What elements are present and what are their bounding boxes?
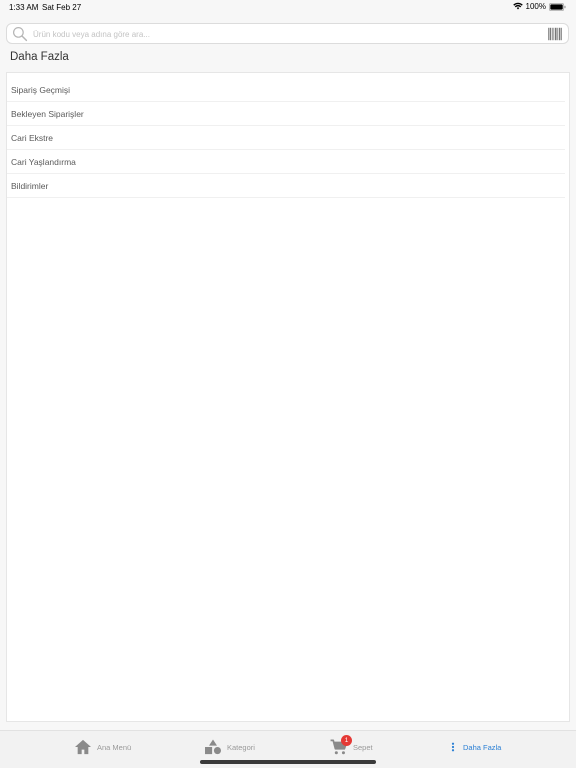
cart-icon-wrapper: 1 bbox=[330, 735, 352, 755]
barcode-icon[interactable] bbox=[547, 27, 563, 41]
screen: 1:33 AM Sat Feb 27 100% Ürün kodu veya a… bbox=[0, 0, 576, 768]
menu-card: Sipariş Geçmişi Bekleyen Siparişler Cari… bbox=[6, 72, 570, 722]
menu-item-label: Bildirimler bbox=[11, 181, 49, 191]
menu-item-label: Bekleyen Siparişler bbox=[11, 109, 84, 119]
menu-item-bekleyen-siparisler[interactable]: Bekleyen Siparişler bbox=[7, 102, 565, 126]
search-input[interactable] bbox=[33, 27, 533, 41]
battery-percent: 100% bbox=[525, 2, 546, 11]
tab-daha-fazla[interactable]: Daha Fazla bbox=[448, 737, 501, 757]
status-date: Sat Feb 27 bbox=[42, 3, 82, 12]
status-right: 100% bbox=[512, 2, 566, 11]
search-bar bbox=[6, 23, 569, 44]
status-time: 1:33 AM bbox=[9, 3, 39, 12]
menu-item-label: Sipariş Geçmişi bbox=[11, 85, 71, 95]
tab-label: Daha Fazla bbox=[463, 742, 502, 752]
menu-item-cari-yaslandirma[interactable]: Cari Yaşlandırma bbox=[7, 150, 565, 174]
status-bar: 1:33 AM Sat Feb 27 100% bbox=[0, 0, 576, 16]
shapes-icon bbox=[205, 739, 221, 755]
battery-icon bbox=[549, 2, 566, 11]
tab-label: Sepet bbox=[353, 742, 373, 752]
wifi-icon bbox=[512, 2, 523, 10]
menu-item-cari-ekstre[interactable]: Cari Ekstre bbox=[7, 126, 565, 150]
tab-ana-menu[interactable]: Ana Menü bbox=[74, 737, 131, 757]
home-indicator bbox=[200, 760, 376, 764]
more-vertical-icon bbox=[451, 742, 455, 752]
home-icon bbox=[75, 739, 91, 755]
tab-label: Kategori bbox=[227, 742, 255, 752]
tab-label: Ana Menü bbox=[97, 742, 132, 752]
page-title: Daha Fazla bbox=[10, 51, 69, 63]
tab-kategori[interactable]: Kategori bbox=[204, 737, 255, 757]
menu-item-siparis-gecmisi[interactable]: Sipariş Geçmişi bbox=[7, 78, 565, 102]
menu-item-label: Cari Ekstre bbox=[11, 133, 54, 143]
tab-sepet[interactable]: 1 Sepet bbox=[330, 735, 373, 757]
cart-badge: 1 bbox=[341, 735, 352, 746]
menu-item-label: Cari Yaşlandırma bbox=[11, 157, 76, 167]
menu-item-bildirimler[interactable]: Bildirimler bbox=[7, 174, 565, 198]
search-icon[interactable] bbox=[12, 26, 28, 42]
